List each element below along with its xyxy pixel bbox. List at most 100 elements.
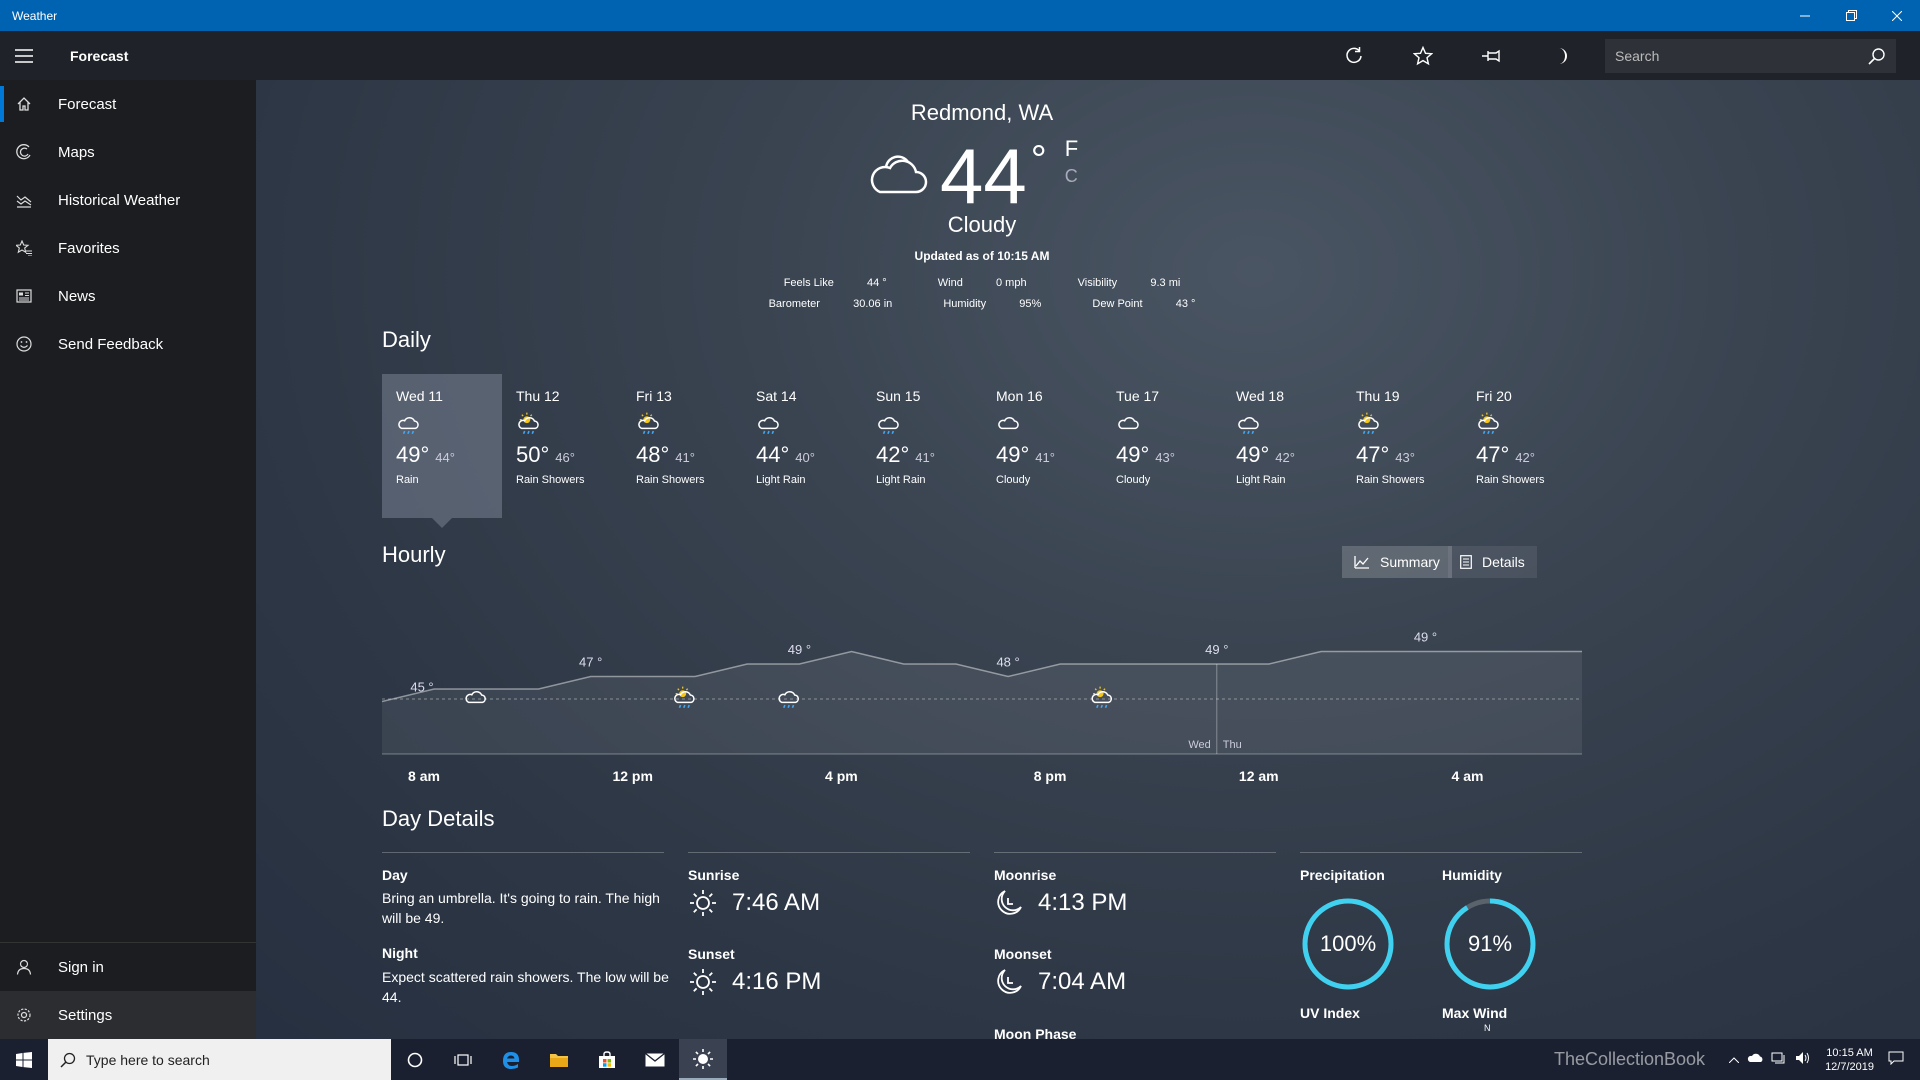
hourly-temperature-area (382, 651, 1582, 754)
action-center-button[interactable] (1888, 1051, 1904, 1068)
mail-button[interactable] (631, 1039, 679, 1080)
moonrise-label: Moonrise (994, 867, 1057, 883)
sidebar-item-news[interactable]: News (0, 272, 256, 320)
high-temp: 49° (396, 442, 430, 467)
forecast-content: Redmond, WA 44 ° F C Cloudy Updated as o… (256, 80, 1920, 1039)
taskbar-search-box (48, 1039, 391, 1080)
line-chart-icon (1354, 556, 1369, 569)
hourly-title: Hourly (382, 542, 446, 567)
hourly-temp-label: 49 ° (1205, 642, 1228, 657)
daily-card[interactable]: Wed 18 49° 42° Light Rain (1222, 374, 1342, 518)
weather-app-button[interactable] (679, 1039, 727, 1080)
feels-like-label: Feels Like (783, 277, 834, 289)
wind-label: Wind (937, 277, 963, 289)
refresh-button[interactable] (1319, 31, 1388, 80)
moon-clock-icon (997, 890, 1022, 915)
store-bag-icon (599, 1050, 615, 1068)
start-button[interactable] (0, 1039, 48, 1080)
task-view-button[interactable] (439, 1039, 487, 1080)
moonset-row: 7:04 AM (994, 967, 1126, 997)
daily-card[interactable]: Sat 14 44° 40° Light Rain (742, 374, 862, 518)
search-icon[interactable] (1868, 47, 1886, 65)
high-temp: 48° (636, 442, 670, 467)
day-split-label: Wed (1188, 739, 1210, 751)
hamburger-menu-button[interactable] (0, 31, 48, 80)
pin-button[interactable] (1457, 31, 1526, 80)
daily-card[interactable]: Fri 20 47° 42° Rain Showers (1462, 374, 1582, 518)
day-name: Mon 16 (996, 388, 1043, 404)
daily-card[interactable]: Thu 19 47° 43° Rain Showers (1342, 374, 1462, 518)
unit-fahrenheit-button[interactable]: F (1065, 136, 1078, 162)
search-box (1605, 39, 1896, 73)
edge-button[interactable] (487, 1039, 535, 1080)
unit-celsius-button[interactable]: C (1065, 166, 1078, 187)
day-name: Sun 15 (876, 388, 921, 404)
day-condition: Rain Showers (636, 474, 705, 486)
sidebar-item-historical-weather[interactable]: Historical Weather (0, 176, 256, 224)
network-icon[interactable] (1771, 1051, 1787, 1068)
sidebar-item-sign-in[interactable]: Sign in (0, 943, 256, 991)
favorites-icon (14, 240, 34, 256)
volume-icon[interactable] (1795, 1051, 1811, 1068)
summary-toggle-button[interactable]: Summary (1342, 546, 1452, 578)
day-name: Thu 19 (1356, 388, 1400, 404)
sidebar-item-label: News (58, 287, 96, 305)
cortana-button[interactable] (391, 1039, 439, 1080)
store-button[interactable] (583, 1039, 631, 1080)
page-title: Forecast (70, 47, 129, 64)
day-condition: Cloudy (996, 474, 1031, 486)
gear-icon (14, 1007, 34, 1023)
sunrise-label: Sunrise (688, 867, 740, 883)
rain-showers-icon (516, 412, 622, 436)
person-icon (14, 959, 34, 975)
hourly-chart: Wed Thu 45 ° 47 ° 49 ° 48 ° 49 ° 49 ° 8 am 12 pm 4… (382, 630, 1582, 784)
hourly-x-tick: 12 am (1239, 768, 1279, 784)
daily-card[interactable]: Thu 12 50° 46° Rain Showers (502, 374, 622, 518)
low-temp: 44° (435, 450, 455, 465)
sidebar-item-forecast[interactable]: Forecast (0, 80, 256, 128)
minimize-icon (1800, 15, 1810, 16)
humidity-label: Humidity (943, 298, 987, 310)
day-split-label: Thu (1223, 739, 1242, 751)
taskbar-search-input[interactable] (86, 1051, 391, 1068)
sidebar-item-favorites[interactable]: Favorites (0, 224, 256, 272)
daily-card[interactable]: Mon 16 49° 41° Cloudy (982, 374, 1102, 518)
rain-showers-icon (1356, 412, 1462, 436)
sidebar-item-maps[interactable]: Maps (0, 128, 256, 176)
clock[interactable]: 10:15 AM 12/7/2019 (1825, 1046, 1874, 1074)
day-summary-label: Day (382, 867, 408, 883)
minimize-button[interactable] (1782, 0, 1828, 31)
rain-icon (1236, 412, 1342, 436)
cortana-icon (407, 1052, 423, 1067)
sidebar-item-settings[interactable]: Settings (0, 991, 256, 1039)
chevron-up-icon[interactable] (1728, 1054, 1740, 1066)
daily-card[interactable]: Fri 13 48° 41° Rain Showers (622, 374, 742, 518)
daily-card[interactable]: Wed 11 49° 44° Rain (382, 374, 502, 528)
low-temp: 41° (915, 450, 935, 465)
low-temp: 42° (1275, 450, 1295, 465)
onedrive-icon[interactable] (1747, 1053, 1763, 1066)
hourly-x-tick: 4 pm (825, 768, 858, 784)
day-name: Wed 18 (1236, 388, 1284, 404)
daily-card[interactable]: Sun 15 42° 41° Light Rain (862, 374, 982, 518)
favorite-button[interactable] (1388, 31, 1457, 80)
title-bar: Weather (0, 0, 1920, 31)
restore-button[interactable] (1828, 0, 1874, 31)
theme-button[interactable] (1526, 31, 1595, 80)
sunrise-time: 7:46 AM (732, 889, 821, 916)
summary-label: Summary (1380, 554, 1440, 570)
sidebar-item-label: Sign in (58, 958, 104, 976)
sun-icon (693, 1048, 713, 1069)
close-button[interactable] (1874, 0, 1920, 31)
night-summary-label: Night (382, 945, 418, 961)
high-temp: 42° (876, 442, 910, 467)
hourly-x-tick: 8 pm (1034, 768, 1067, 784)
search-input[interactable] (1615, 48, 1868, 64)
hourly-x-tick: 8 am (408, 768, 440, 784)
daily-card[interactable]: Tue 17 49° 43° Cloudy (1102, 374, 1222, 518)
current-condition: Cloudy (947, 212, 1017, 237)
sidebar-item-send-feedback[interactable]: Send Feedback (0, 320, 256, 368)
details-toggle-button[interactable]: Details (1448, 546, 1537, 578)
file-explorer-button[interactable] (535, 1039, 583, 1080)
rain-showers-icon (636, 412, 742, 436)
